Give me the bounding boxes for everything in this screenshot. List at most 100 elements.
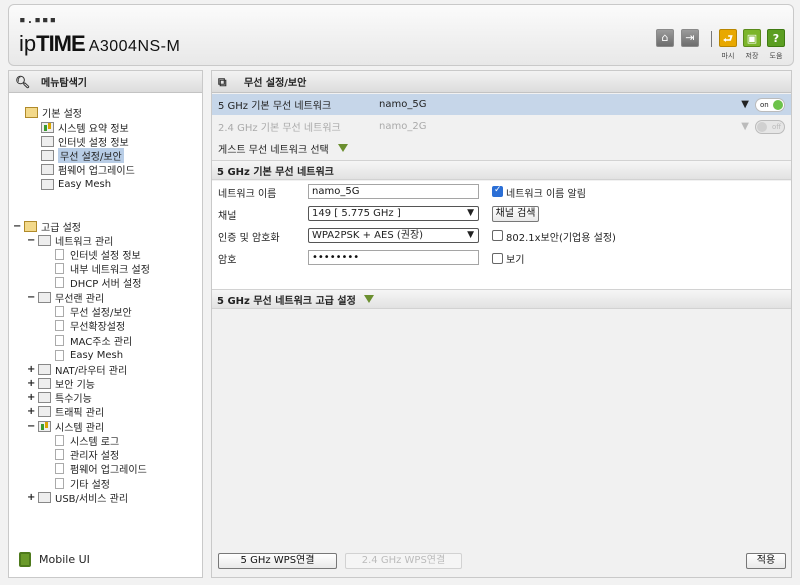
auth-value: WPA2PSK + AES (권장): [312, 230, 424, 241]
page-icon: [55, 277, 64, 288]
form-row-name: 네트워크 이름 namo_5G 네트워크 이름 알림: [212, 181, 791, 203]
expand-icon[interactable]: +: [27, 492, 35, 503]
channel-scan-button[interactable]: 채널 검색: [492, 206, 539, 222]
show-password-label: 보기: [506, 255, 525, 266]
help-icon[interactable]: ?: [767, 29, 785, 47]
page-icon: [55, 335, 64, 346]
show-password-checkbox[interactable]: [492, 253, 503, 264]
tree-basic-settings[interactable]: 기본 설정: [25, 106, 82, 120]
toggle-text: off: [772, 122, 782, 131]
network-name-input[interactable]: namo_5G: [308, 184, 479, 199]
tree-special[interactable]: + 특수기능: [27, 391, 92, 405]
tree-label: 기본 설정: [42, 109, 82, 120]
page-icon: [55, 463, 64, 474]
page-icon: [55, 350, 64, 361]
expand-icon[interactable]: +: [27, 364, 35, 375]
usb-icon: [38, 492, 51, 503]
content-panel: ⧉ 무선 설정/보안 5 GHz 기본 무선 네트워크 namo_5G ▼ on…: [211, 70, 792, 578]
tree-system-mgmt[interactable]: − 시스템 관리: [27, 420, 104, 434]
exit-icon[interactable]: ⮐: [719, 29, 737, 47]
page-icon: [55, 478, 64, 489]
folder-icon: [24, 221, 37, 232]
menu-explorer-label: 메뉴탐색기: [41, 78, 87, 89]
network-icon: [41, 136, 54, 147]
tree-network-mgmt[interactable]: − 네트워크 관리: [27, 234, 113, 248]
network-row-24g[interactable]: 2.4 GHz 기본 무선 네트워크 namo_2G ▼ off: [212, 116, 791, 137]
toggle-switch-24g[interactable]: off: [755, 119, 785, 134]
channel-label: 채널: [218, 210, 237, 222]
tree-item-easymesh-adv[interactable]: Easy Mesh: [55, 349, 123, 362]
filter-icon[interactable]: ▼: [741, 121, 749, 132]
window-icon: ⧉: [218, 74, 227, 89]
mobile-icon: [19, 552, 31, 567]
collapse-icon[interactable]: −: [27, 292, 35, 303]
tree-item-admin[interactable]: 관리자 설정: [55, 448, 120, 462]
broadcast-label: 네트워크 이름 알림: [506, 189, 586, 200]
auth-select[interactable]: WPA2PSK + AES (권장) ▼: [308, 228, 479, 243]
collapse-icon[interactable]: −: [27, 421, 35, 432]
broadcast-checkbox[interactable]: [492, 185, 503, 197]
chevron-down-icon: ▼: [467, 230, 474, 240]
enterprise-checkbox[interactable]: [492, 230, 503, 241]
tree-item-wireless-security-adv[interactable]: 무선 설정/보안: [55, 305, 132, 319]
filter-icon[interactable]: ▼: [741, 99, 749, 110]
tree-item-firmware[interactable]: 펌웨어 업그레이드: [41, 163, 135, 177]
expand-icon[interactable]: +: [27, 406, 35, 417]
tree-item-internet-info-adv[interactable]: 인터넷 설정 정보: [55, 248, 141, 262]
password-input[interactable]: ••••••••: [308, 250, 479, 265]
menu-explorer: 🔍︎ 메뉴탐색기 기본 설정 시스템 요약 정보 인터넷 설정 정보 무선 설정…: [8, 70, 203, 578]
tree-label: 관리자 설정: [70, 451, 120, 462]
form-spacer: [212, 269, 791, 289]
tree-item-wireless-security[interactable]: 무선 설정/보안: [41, 148, 124, 163]
exit-label: 마시: [721, 52, 735, 60]
channel-select[interactable]: 149 [ 5.775 GHz ] ▼: [308, 206, 479, 221]
logo: ipTIME A3004NS-M: [19, 31, 180, 57]
advanced-settings-label: 5 GHz 무선 네트워크 고급 설정: [217, 295, 356, 307]
wps-24g-button[interactable]: 2.4 GHz WPS연결: [345, 553, 462, 569]
mobile-ui-link[interactable]: Mobile UI: [19, 552, 90, 567]
network-ssid: namo_5G: [379, 99, 427, 110]
home-icon[interactable]: ⌂: [656, 29, 674, 47]
channel-value: 149 [ 5.775 GHz ]: [312, 208, 401, 219]
network-name-label: 네트워크 이름: [218, 188, 277, 200]
tree-item-mac[interactable]: MAC주소 관리: [55, 334, 132, 348]
tree-item-syslog[interactable]: 시스템 로그: [55, 434, 119, 448]
tree-item-misc[interactable]: 기타 설정: [55, 477, 110, 491]
tree-label: Easy Mesh: [70, 350, 124, 361]
tree-item-easymesh[interactable]: Easy Mesh: [41, 178, 111, 191]
tree-nat[interactable]: + NAT/라우터 관리: [27, 363, 127, 377]
tree-item-lan-settings[interactable]: 내부 네트워크 설정: [55, 262, 150, 276]
tree-label: 기타 설정: [70, 480, 110, 491]
tree-item-internet-info[interactable]: 인터넷 설정 정보: [41, 135, 129, 149]
page-icon: [55, 263, 64, 274]
logout-icon[interactable]: ⇥: [681, 29, 699, 47]
tree-security[interactable]: + 보안 기능: [27, 377, 95, 391]
network-row-5g[interactable]: 5 GHz 기본 무선 네트워크 namo_5G ▼ on: [212, 94, 791, 115]
tree-advanced-settings[interactable]: − 고급 설정: [13, 220, 81, 234]
tree-wireless-mgmt[interactable]: − 무선랜 관리: [27, 291, 104, 305]
tree-usb[interactable]: + USB/서비스 관리: [27, 491, 128, 505]
tree-label: 내부 네트워크 설정: [70, 265, 150, 276]
apply-button[interactable]: 적용: [746, 553, 786, 569]
tree-label: 특수기능: [55, 394, 92, 405]
wps-5g-button[interactable]: 5 GHz WPS연결: [218, 553, 337, 569]
tree-item-system-summary[interactable]: 시스템 요약 정보: [41, 121, 129, 135]
network-label: 5 GHz 기본 무선 네트워크: [218, 101, 332, 112]
guest-network-select[interactable]: 게스트 무선 네트워크 선택: [212, 138, 791, 159]
tree-label: 트래픽 관리: [55, 408, 105, 419]
tree-item-dhcp[interactable]: DHCP 서버 설정: [55, 276, 141, 290]
collapse-icon[interactable]: −: [27, 235, 35, 246]
tree-traffic[interactable]: + 트래픽 관리: [27, 405, 105, 419]
router-icon: [38, 364, 51, 375]
expand-icon[interactable]: +: [27, 378, 35, 389]
page-icon: [55, 449, 64, 460]
tree-item-wireless-ext[interactable]: 무선확장설정: [55, 319, 125, 333]
expand-icon[interactable]: +: [27, 392, 35, 403]
toggle-switch-5g[interactable]: on: [755, 97, 785, 112]
tree-item-firmware-adv[interactable]: 펌웨어 업그레이드: [55, 462, 147, 476]
enterprise-label: 802.1x보안(기업용 설정): [506, 233, 616, 244]
save-icon[interactable]: ▣: [743, 29, 761, 47]
advanced-settings-toggle[interactable]: 5 GHz 무선 네트워크 고급 설정: [212, 289, 791, 309]
form-row-auth: 인증 및 암호화 WPA2PSK + AES (권장) ▼ 802.1x보안(기업…: [212, 225, 791, 247]
collapse-icon[interactable]: −: [13, 221, 21, 232]
